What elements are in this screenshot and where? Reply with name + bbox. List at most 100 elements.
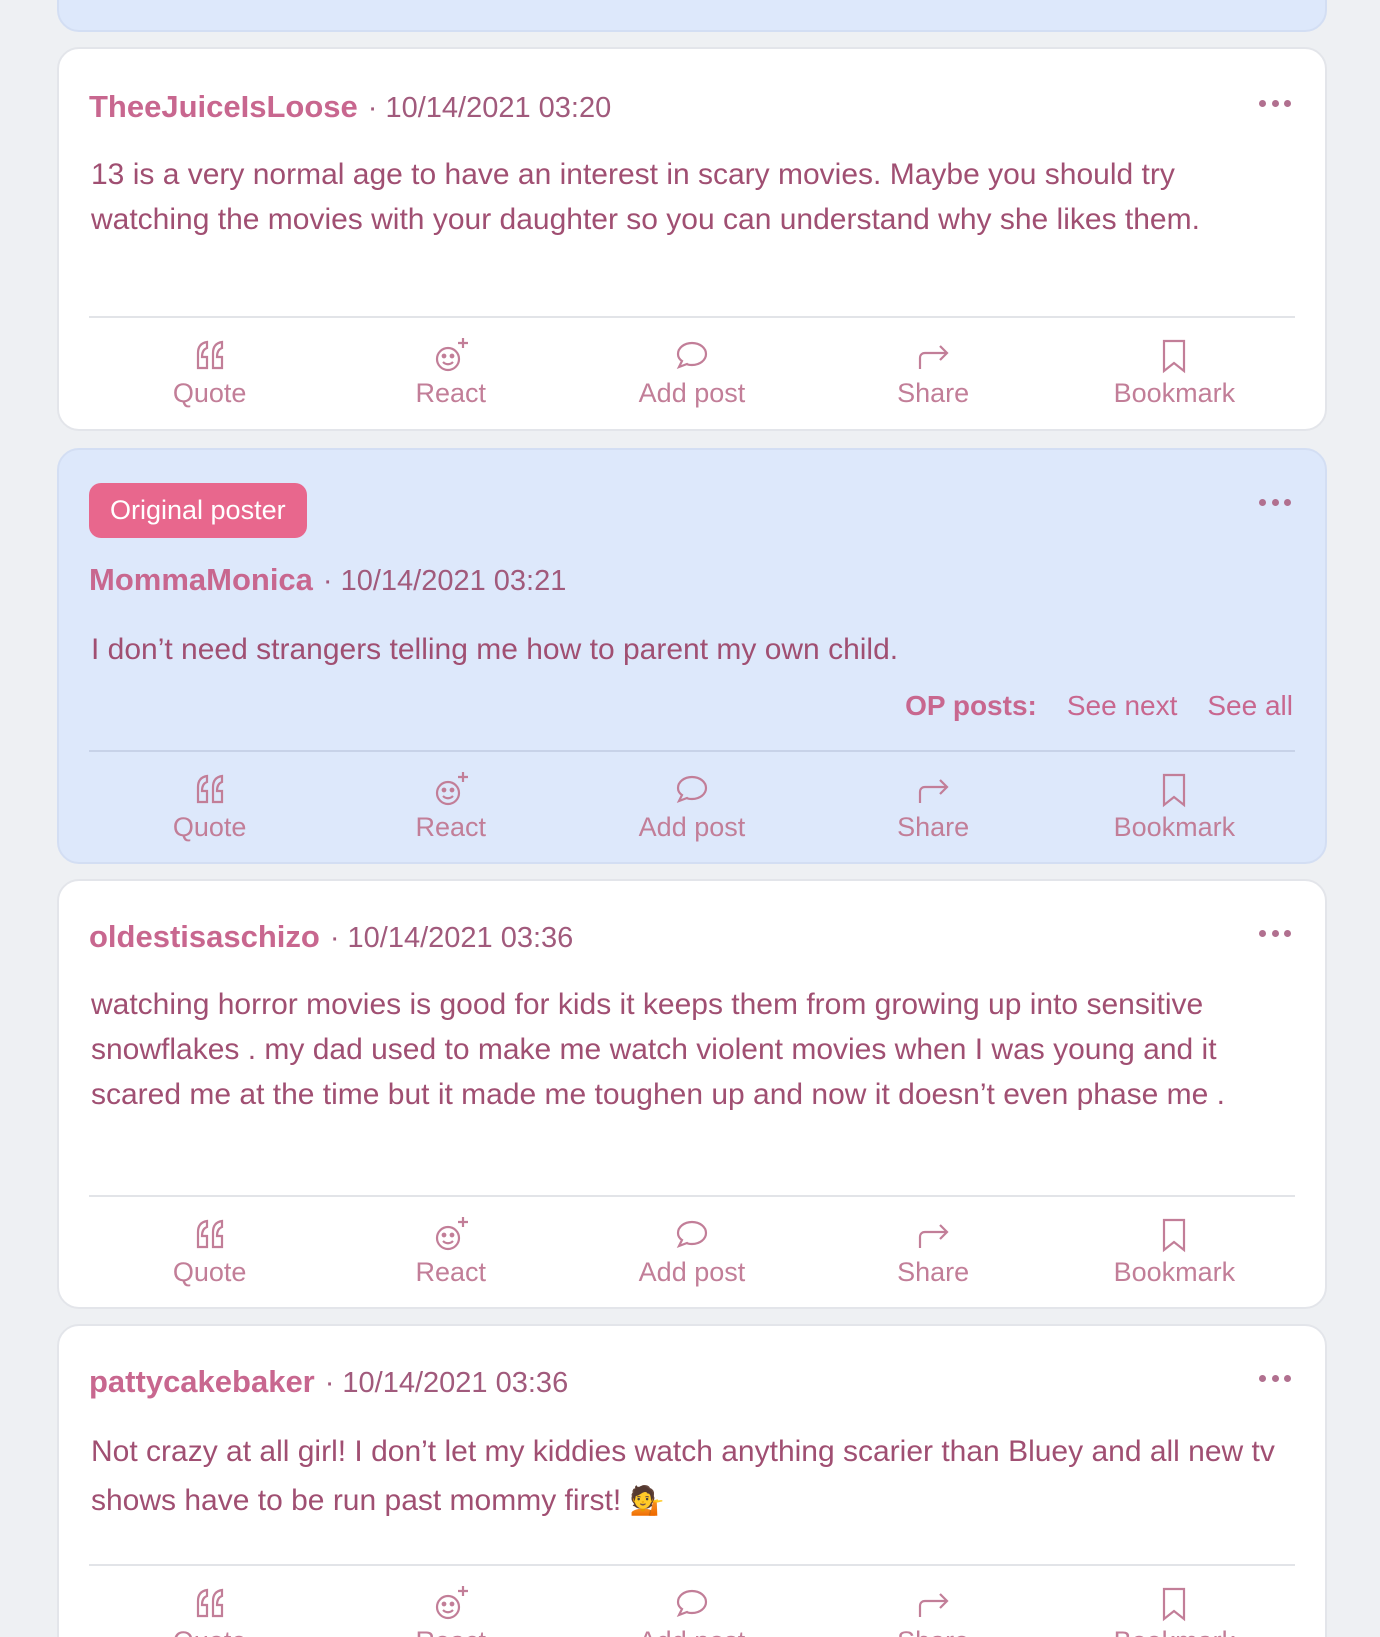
divider xyxy=(89,1564,1295,1566)
add-post-label: Add post xyxy=(638,812,746,842)
post-action-bar: Quote React Add post Share Bookmark xyxy=(89,770,1295,850)
bookmark-label: Bookmark xyxy=(1113,378,1236,408)
bookmark-button[interactable]: Bookmark xyxy=(1084,1215,1264,1295)
react-icon xyxy=(435,338,468,372)
react-icon xyxy=(435,1217,468,1251)
op-posts-label: OP posts: xyxy=(905,690,1037,721)
original-poster-badge: Original poster xyxy=(89,483,307,538)
post-card: pattycakebaker · 10/14/2021 03:36 Not cr… xyxy=(57,1324,1327,1637)
quote-button[interactable]: Quote xyxy=(120,1215,300,1295)
post-timestamp[interactable]: 10/14/2021 03:36 xyxy=(348,922,574,955)
react-button[interactable]: React xyxy=(361,770,541,850)
share-label: Share xyxy=(897,1257,970,1287)
see-all-link[interactable]: See all xyxy=(1207,690,1293,722)
post-header: oldestisaschizo · 10/14/2021 03:36 xyxy=(89,919,573,955)
add-post-button[interactable]: Add post xyxy=(602,336,782,416)
divider xyxy=(89,750,1295,752)
post-timestamp[interactable]: 10/14/2021 03:21 xyxy=(341,565,567,598)
post-timestamp[interactable]: 10/14/2021 03:36 xyxy=(342,1367,568,1400)
post-header: TheeJuiceIsLoose · 10/14/2021 03:20 xyxy=(89,89,611,125)
emoji: 💁 xyxy=(629,1485,665,1516)
more-options-icon[interactable] xyxy=(1259,1373,1291,1383)
add-post-label: Add post xyxy=(638,378,746,408)
separator-dot: · xyxy=(322,565,333,597)
quote-button[interactable]: Quote xyxy=(120,336,300,416)
post-body: watching horror movies is good for kids … xyxy=(91,988,1226,1111)
post-header: MommaMonica · 10/14/2021 03:21 xyxy=(89,562,566,598)
username-link[interactable]: pattycakebaker xyxy=(89,1364,315,1400)
add-post-button[interactable]: Add post xyxy=(602,1584,782,1637)
separator-dot: · xyxy=(329,922,340,954)
post-timestamp[interactable]: 10/14/2021 03:20 xyxy=(385,92,611,125)
more-options-icon[interactable] xyxy=(1259,497,1291,507)
bookmark-icon xyxy=(1163,1587,1186,1622)
bookmark-button[interactable]: Bookmark xyxy=(1084,336,1264,416)
react-button[interactable]: React xyxy=(361,336,541,416)
react-icon xyxy=(435,1586,468,1620)
share-button[interactable]: Share xyxy=(843,1584,1023,1637)
post-action-bar: Quote React Add post Share Bookmark xyxy=(89,1584,1295,1637)
quote-label: Quote xyxy=(173,1626,247,1637)
quote-icon xyxy=(196,1588,223,1618)
quote-label: Quote xyxy=(172,378,247,408)
share-arrow-icon xyxy=(919,779,949,803)
quote-label: Quote xyxy=(172,812,247,842)
share-button[interactable]: Share xyxy=(843,336,1023,416)
bookmark-icon xyxy=(1163,339,1186,374)
quote-button[interactable]: Quote xyxy=(120,1584,300,1637)
bookmark-button[interactable]: Bookmark xyxy=(1084,770,1264,850)
share-label: Share xyxy=(897,812,970,842)
divider xyxy=(89,316,1295,318)
post-body: I don’t need strangers telling me how to… xyxy=(91,633,899,666)
post-action-bar: Quote React Add post Share Bookmark xyxy=(89,336,1295,416)
react-icon xyxy=(435,772,468,806)
previous-post-action-bar: Quote React Add post Share Bookmark xyxy=(57,0,1327,32)
bookmark-label: Bookmark xyxy=(1113,812,1236,842)
speech-bubble-icon xyxy=(676,1589,708,1618)
share-button[interactable]: Share xyxy=(843,770,1023,850)
quote-icon xyxy=(196,774,223,804)
add-post-button[interactable]: Add post xyxy=(602,770,782,850)
post-body: 13 is a very normal age to have an inter… xyxy=(91,158,1200,236)
react-label: React xyxy=(416,1626,487,1637)
username-link[interactable]: oldestisaschizo xyxy=(89,919,320,955)
divider xyxy=(89,1195,1295,1197)
see-next-link[interactable]: See next xyxy=(1067,690,1178,722)
share-label: Share xyxy=(897,1626,969,1637)
more-options-icon[interactable] xyxy=(1259,928,1291,938)
react-label: React xyxy=(415,1257,487,1287)
separator-dot: · xyxy=(367,92,378,124)
share-label: Share xyxy=(897,378,970,408)
speech-bubble-icon xyxy=(676,1220,708,1249)
speech-bubble-icon xyxy=(676,775,708,804)
react-button[interactable]: React xyxy=(361,1215,541,1295)
add-post-button[interactable]: Add post xyxy=(602,1215,782,1295)
add-post-label: Add post xyxy=(638,1257,746,1287)
thread-feed: Quote React Add post Share Bookmark Thee… xyxy=(0,0,1380,1637)
bookmark-icon xyxy=(1163,1218,1186,1253)
username-link[interactable]: TheeJuiceIsLoose xyxy=(89,89,358,125)
react-button[interactable]: React xyxy=(361,1584,541,1637)
bookmark-label: Bookmark xyxy=(1114,1626,1236,1637)
share-arrow-icon xyxy=(919,1593,949,1617)
quote-icon xyxy=(196,340,223,370)
share-arrow-icon xyxy=(919,345,949,369)
quote-button[interactable]: Quote xyxy=(120,770,300,850)
op-post-card: Original poster MommaMonica · 10/14/2021… xyxy=(57,448,1327,864)
react-label: React xyxy=(415,378,487,408)
more-options-icon[interactable] xyxy=(1259,98,1291,108)
post-body: Not crazy at all girl! I don’t let my ki… xyxy=(91,1427,1285,1525)
add-post-label: Add post xyxy=(639,1626,746,1637)
post-body-text: Not crazy at all girl! I don’t let my ki… xyxy=(91,1435,1275,1517)
share-button[interactable]: Share xyxy=(843,1215,1023,1295)
username-link[interactable]: MommaMonica xyxy=(89,562,313,598)
post-header: pattycakebaker · 10/14/2021 03:36 xyxy=(89,1364,568,1400)
separator-dot: · xyxy=(324,1367,335,1399)
quote-label: Quote xyxy=(172,1257,247,1287)
react-label: React xyxy=(415,812,487,842)
share-arrow-icon xyxy=(919,1224,949,1248)
bookmark-label: Bookmark xyxy=(1113,1257,1236,1287)
speech-bubble-icon xyxy=(676,341,708,370)
bookmark-button[interactable]: Bookmark xyxy=(1084,1584,1264,1637)
post-card: oldestisaschizo · 10/14/2021 03:36 watch… xyxy=(57,879,1327,1309)
